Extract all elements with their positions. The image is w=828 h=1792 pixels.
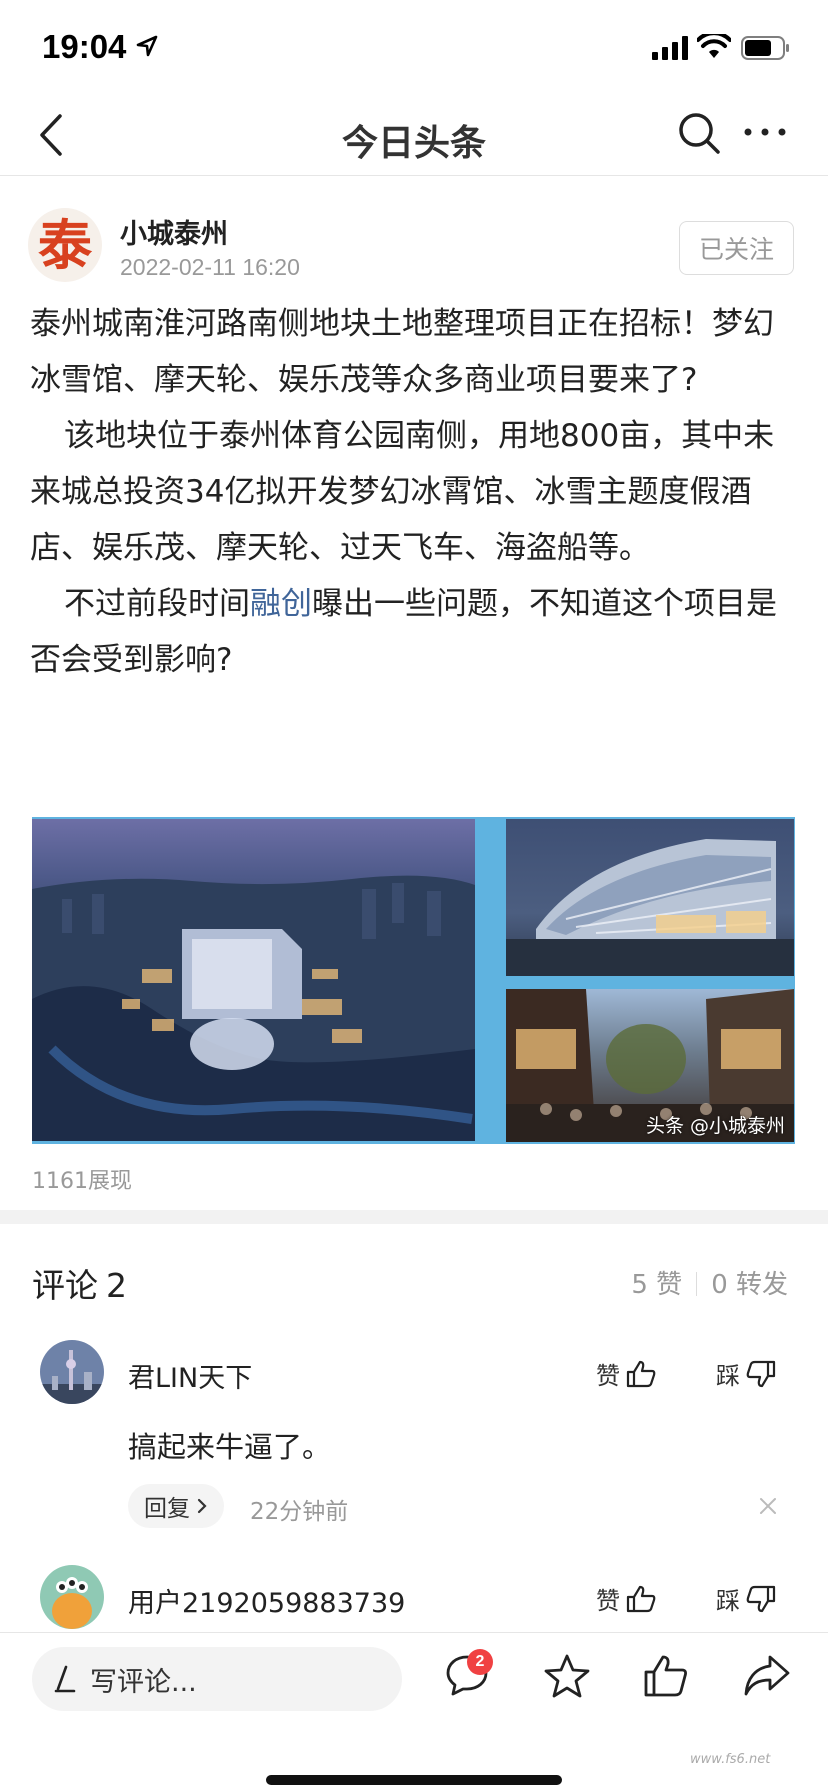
thumb-up-icon — [626, 1585, 656, 1612]
view-count: 1161展现 — [32, 1169, 132, 1194]
commenter-name[interactable]: 君LIN天下 — [128, 1356, 252, 1395]
bottom-action-bar: 写评论... 2 — [0, 1632, 828, 1792]
author-avatar[interactable]: 泰 — [28, 208, 102, 282]
article-paragraph-2: 不过前段时间融创曝出一些问题，不知道这个项目是否会受到影响? — [30, 576, 800, 688]
comment-count-badge: 2 — [467, 1649, 493, 1675]
aerial-render-image — [32, 819, 475, 1141]
reply-label: 回复 — [144, 1496, 190, 1522]
write-comment-input[interactable]: 写评论... — [32, 1647, 402, 1711]
more-icon[interactable] — [742, 126, 788, 138]
mall-exterior-image — [506, 819, 794, 976]
shares-count[interactable]: 0 转发 — [711, 1270, 788, 1300]
follow-button[interactable]: 已关注 — [679, 221, 794, 275]
comments-header: 评论 2 5 赞 0 转发 — [0, 1224, 828, 1314]
like-button[interactable]: 赞 — [596, 1356, 656, 1391]
chevron-right-icon — [197, 1498, 207, 1514]
dislike-button[interactable]: 踩 — [716, 1581, 776, 1616]
thumb-up-icon — [626, 1360, 656, 1387]
article-title: 泰州城南淮河路南侧地块土地整理项目正在招标！梦幻冰雪馆、摩天轮、娱乐茂等众多商业… — [30, 306, 774, 398]
image-watermark: 头条 @小城泰州 — [645, 1115, 785, 1137]
pen-icon — [54, 1665, 76, 1693]
stats-separator — [696, 1272, 698, 1296]
avatar-logo-char: 泰 — [38, 213, 92, 277]
cellular-signal-icon — [652, 36, 688, 60]
comment-item: 君LIN天下 赞 踩 搞起来牛逼了。 回复 22分钟前 — [0, 1340, 828, 1540]
search-icon[interactable] — [676, 110, 722, 158]
comment-time: 22分钟前 — [250, 1499, 349, 1525]
home-indicator[interactable] — [266, 1775, 562, 1785]
paragraph-2-text-pre: 不过前段时间 — [64, 586, 250, 622]
thumb-down-icon — [746, 1585, 776, 1612]
nav-bar: 今日头条 — [0, 96, 828, 176]
commenter-name[interactable]: 用户2192059883739 — [128, 1581, 405, 1620]
dislike-label: 踩 — [716, 1362, 740, 1390]
author-header: 泰 小城泰州 2022-02-11 16:20 已关注 — [0, 176, 828, 296]
article-paragraph-1: 该地块位于泰州体育公园南侧，用地800亩，其中未来城总投资34亿拟开发梦幻冰霄馆… — [30, 418, 775, 566]
comments-label: 评论 — [32, 1266, 98, 1305]
comments-count: 2 — [106, 1266, 127, 1305]
close-icon[interactable] — [758, 1496, 778, 1516]
comments-title: 评论 2 — [32, 1259, 127, 1307]
thumb-up-like-icon[interactable] — [642, 1653, 690, 1699]
reply-button[interactable]: 回复 — [128, 1484, 224, 1528]
location-arrow-icon — [136, 35, 158, 57]
star-favorite-icon[interactable] — [543, 1653, 591, 1699]
article-body: 泰州城南淮河路南侧地块土地整理项目正在招标！梦幻冰雪馆、摩天轮、娱乐茂等众多商业… — [30, 296, 800, 688]
dislike-label: 踩 — [716, 1587, 740, 1615]
commenter-avatar[interactable] — [40, 1340, 104, 1404]
corner-watermark: www.fs6.net — [690, 1752, 771, 1767]
comment-item: 用户2192059883739 赞 踩 — [0, 1565, 828, 1631]
wifi-icon — [697, 34, 731, 58]
status-time: 19:04 — [42, 28, 127, 65]
article-image[interactable]: 头条 @小城泰州 — [32, 817, 795, 1144]
author-name[interactable]: 小城泰州 — [120, 212, 228, 251]
comment-text: 搞起来牛逼了。 — [128, 1430, 332, 1464]
section-divider — [0, 1210, 828, 1224]
post-datetime: 2022-02-11 16:20 — [120, 254, 300, 280]
entity-link[interactable]: 融创 — [250, 586, 312, 622]
like-button[interactable]: 赞 — [596, 1581, 656, 1616]
like-label: 赞 — [596, 1362, 620, 1390]
likes-count[interactable]: 5 赞 — [631, 1270, 682, 1300]
dislike-button[interactable]: 踩 — [716, 1356, 776, 1391]
write-comment-placeholder: 写评论... — [90, 1666, 197, 1698]
commenter-avatar[interactable] — [40, 1565, 104, 1629]
status-bar: 19:04 — [0, 0, 828, 96]
comments-stats: 5 赞 0 转发 — [631, 1264, 788, 1301]
thumb-down-icon — [746, 1360, 776, 1387]
battery-icon — [741, 36, 789, 60]
like-label: 赞 — [596, 1587, 620, 1615]
share-icon[interactable] — [742, 1653, 792, 1699]
